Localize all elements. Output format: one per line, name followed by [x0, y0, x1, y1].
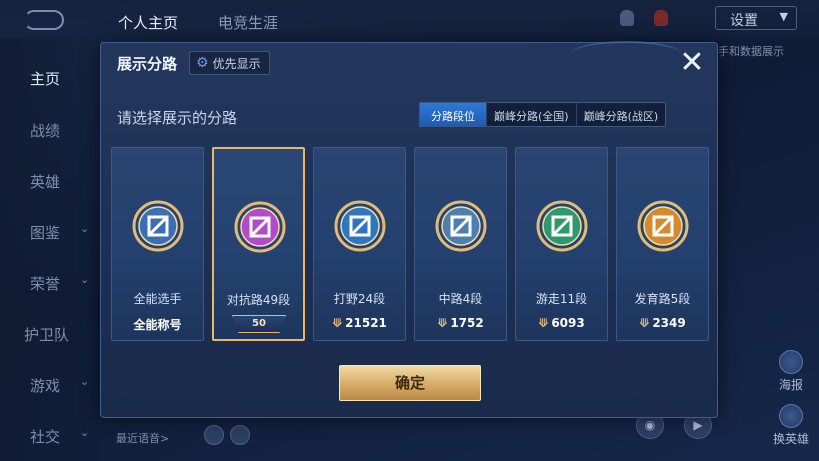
lane-card-name: 对抗路49段	[226, 293, 291, 307]
confirm-button[interactable]: 确定	[339, 365, 481, 401]
chevron-down-icon: ▼	[779, 10, 788, 23]
lane-card-name: 全能选手	[133, 292, 182, 306]
sidebar-item-home[interactable]: 主页	[30, 68, 60, 89]
tab-peak-lane-region[interactable]: 巅峰分路(战区)	[577, 103, 666, 126]
lane-card[interactable]: 打野24段 ⟱ 21521	[313, 147, 406, 341]
voice-avatar-icon[interactable]	[230, 425, 250, 445]
data-display-hint: 手和数据展示	[718, 45, 784, 58]
poster-icon	[779, 350, 803, 374]
close-icon: ✕	[679, 45, 705, 80]
top-bar: 个人主页 电竞生涯 设置 ▼	[0, 0, 819, 38]
jungle-icon	[334, 200, 386, 252]
mic-icon[interactable]	[620, 10, 634, 26]
record-icon[interactable]	[654, 10, 668, 26]
sidebar-item-guard[interactable]: 护卫队	[24, 324, 69, 345]
chevron-down-icon: ⌄	[80, 222, 90, 235]
lane-card-list: 全能选手 全能称号 对抗路49段 50 打野24段 ⟱ 21521 中路4段 ⟱ 1752 游走11…	[111, 147, 709, 341]
sidebar-item-codex[interactable]: 图鉴 ⌄	[30, 222, 89, 243]
close-button[interactable]: ✕	[677, 48, 707, 79]
clash-lane-icon	[234, 201, 286, 253]
sidebar-item-honor[interactable]: 荣誉 ⌄	[30, 273, 89, 294]
recent-voice-link[interactable]: 最近语音>	[116, 430, 169, 446]
tab-peak-lane-national[interactable]: 巅峰分路(全国)	[487, 103, 577, 126]
lane-card-name: 打野24段	[333, 292, 386, 306]
score-icon: ⟱	[639, 316, 650, 330]
lane-card-stat: ⟱ 1752	[415, 316, 506, 330]
lane-card-stat: ⟱ 6093	[516, 316, 607, 330]
dialog-subtitle: 请选择展示的分路	[117, 109, 238, 127]
lane-display-dialog: 展示分路 ⚙ 优先显示 ✕ 请选择展示的分路 分路段位 巅峰分路(全国) 巅峰分…	[100, 41, 718, 418]
mid-lane-icon	[435, 200, 487, 252]
priority-display-label: 优先显示	[212, 56, 261, 71]
switch-hero-button[interactable]: 换英雄	[768, 404, 814, 447]
sidebar: 主页 战绩 英雄 图鉴 ⌄ 荣誉 ⌄ 护卫队 游戏 ⌄ 社交 ⌄	[0, 38, 100, 461]
roam-icon	[536, 200, 588, 252]
lane-card[interactable]: 中路4段 ⟱ 1752	[414, 147, 507, 341]
lane-card[interactable]: 发育路5段 ⟱ 2349	[616, 147, 709, 341]
lane-type-tabs: 分路段位 巅峰分路(全国) 巅峰分路(战区)	[419, 102, 667, 127]
score-icon: ⟱	[332, 316, 343, 330]
sidebar-item-heroes[interactable]: 英雄	[30, 171, 60, 192]
switch-hero-label: 换英雄	[772, 432, 809, 446]
chevron-down-icon: ⌄	[80, 375, 90, 388]
poster-label: 海报	[778, 378, 803, 392]
settings-button[interactable]: 设置 ▼	[715, 6, 797, 30]
score-icon: ⟱	[538, 316, 549, 330]
sidebar-item-social[interactable]: 社交 ⌄	[30, 426, 89, 447]
lane-card-stat-value: 2349	[652, 316, 686, 330]
lane-card-name: 发育路5段	[634, 292, 691, 306]
poster-button[interactable]: 海报	[771, 350, 811, 393]
lane-card-stat: ⟱ 2349	[617, 316, 708, 330]
chevron-down-icon: ⌄	[80, 426, 90, 439]
lane-card-stat-value: 1752	[450, 316, 484, 330]
score-icon: ⟱	[437, 316, 448, 330]
settings-label: 设置	[730, 13, 758, 29]
tab-personal-home[interactable]: 个人主页	[118, 12, 178, 33]
tab-esports-career[interactable]: 电竞生涯	[218, 12, 278, 33]
lane-card-stat-value: 21521	[345, 316, 387, 330]
voice-avatar-icon[interactable]	[204, 425, 224, 445]
sidebar-item-record[interactable]: 战绩	[30, 120, 60, 141]
sidebar-item-games[interactable]: 游戏 ⌄	[30, 375, 89, 396]
gear-icon: ⚙	[196, 55, 209, 71]
switch-hero-icon	[779, 404, 803, 428]
lane-card-stat-value: 6093	[551, 316, 585, 330]
lane-level-badge: 50	[232, 315, 286, 333]
lane-card-stat-value: 全能称号	[133, 318, 182, 332]
decorative-swirl	[571, 41, 681, 67]
lane-card[interactable]: 游走11段 ⟱ 6093	[515, 147, 608, 341]
lane-card[interactable]: 对抗路49段 50	[212, 147, 305, 341]
priority-display-button[interactable]: ⚙ 优先显示	[189, 51, 270, 75]
lane-card-name: 游走11段	[535, 292, 588, 306]
lane-card-stat: ⟱ 21521	[314, 316, 405, 330]
lane-card-stat: 全能称号	[112, 316, 203, 333]
allround-icon	[132, 200, 184, 252]
farm-lane-icon	[637, 200, 689, 252]
lane-card[interactable]: 全能选手 全能称号	[111, 147, 204, 341]
back-icon[interactable]	[24, 10, 64, 30]
dialog-title: 展示分路	[117, 55, 178, 73]
lane-card-name: 中路4段	[438, 292, 483, 306]
chevron-down-icon: ⌄	[80, 273, 90, 286]
tab-lane-rank[interactable]: 分路段位	[420, 103, 487, 126]
